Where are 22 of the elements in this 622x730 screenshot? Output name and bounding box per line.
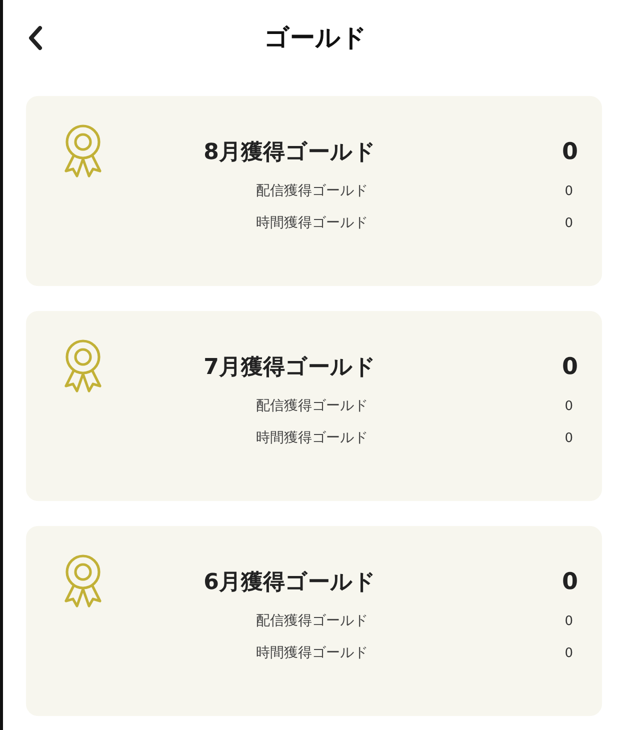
row-label: 配信獲得ゴールド: [256, 182, 368, 200]
total-value: 0: [562, 569, 578, 595]
page-title: ゴールド: [264, 22, 367, 54]
row-value: 0: [564, 430, 573, 446]
card-title: 7月獲得ゴールド: [204, 354, 376, 382]
row-label: 時間獲得ゴールド: [256, 214, 368, 232]
total-value: 0: [562, 354, 578, 380]
row-label: 時間獲得ゴールド: [256, 644, 368, 662]
award-icon: [62, 124, 104, 180]
award-icon: [62, 339, 104, 395]
row-value: 0: [564, 614, 573, 628]
row-value: 0: [564, 398, 573, 414]
row-label: 配信獲得ゴールド: [256, 397, 368, 415]
row-label: 配信獲得ゴールド: [256, 612, 368, 630]
row-label: 時間獲得ゴールド: [256, 429, 368, 447]
card-title: 8月獲得ゴールド: [204, 139, 376, 167]
row-value: 0: [564, 646, 573, 660]
row-value: 0: [564, 184, 573, 198]
row-value: 0: [564, 216, 573, 230]
card-title: 6月獲得ゴールド: [204, 569, 376, 597]
total-value: 0: [562, 139, 578, 165]
award-icon: [62, 554, 104, 610]
